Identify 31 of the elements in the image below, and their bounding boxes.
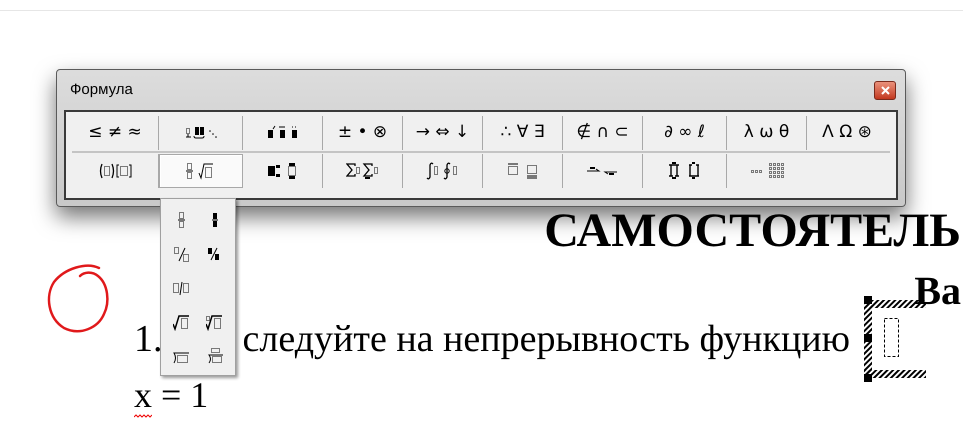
fraction-icon [176, 212, 186, 228]
window-title: Формула [70, 80, 133, 100]
matrices-template-icon [750, 162, 784, 180]
symbol-palette-button[interactable]: ± • ⊗ [323, 116, 403, 150]
integrals-template-icon [426, 162, 460, 180]
task-number: 1. [134, 318, 162, 360]
inline-slash-icon [172, 280, 190, 296]
symbol-palette-button[interactable]: → ⇔ ↓ [403, 116, 483, 150]
slash-icon [172, 246, 190, 262]
sums-template-icon [346, 162, 380, 180]
symbol-palette-button[interactable]: Λ Ω ⊛ [807, 116, 887, 150]
symbol-palette-button[interactable]: ∉ ∩ ⊂ [563, 116, 643, 150]
symbol-palette-button[interactable]: ∴ ∀ ∃ [483, 116, 563, 150]
task-text: следуйте на непрерывность функцию [242, 318, 850, 360]
symbol-palette-button[interactable]: ∂ ∞ ℓ [643, 116, 727, 150]
products-template-icon [668, 162, 702, 180]
close-button[interactable] [874, 80, 896, 100]
symbol-palette-button[interactable]: ≤ ≠ ≈ [72, 116, 159, 150]
bars-template-icon [506, 162, 540, 180]
template-palette-button[interactable] [159, 154, 243, 188]
symbol-palette-button[interactable]: λ ω θ [727, 116, 807, 150]
division-quotient-icon [206, 348, 224, 364]
spelling-underline [134, 414, 152, 418]
close-icon [880, 86, 890, 94]
nth-root-icon [206, 314, 224, 330]
sqrt-icon [172, 314, 190, 330]
document-heading: САМОСТОЯТЕЛЬ [544, 207, 962, 255]
small-fraction-icon [210, 212, 218, 228]
fences-template-icon [98, 162, 132, 180]
document-subheading: Ва [914, 269, 962, 313]
condition-text: x = 1 [134, 375, 208, 415]
